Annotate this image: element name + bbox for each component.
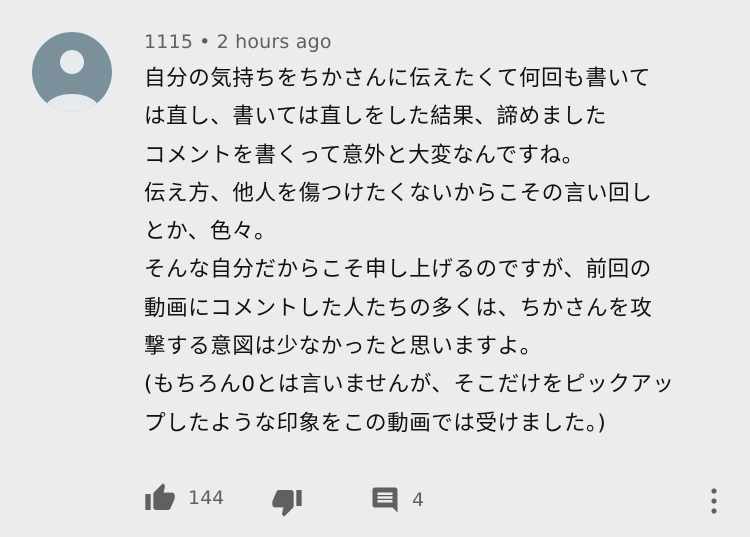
author-name[interactable]: 1115 bbox=[144, 31, 193, 53]
comment-actions: 144 4 bbox=[0, 478, 750, 524]
comment-line: 自分の気持ちをちかさんに伝えたくて何回も書いて bbox=[144, 66, 652, 91]
comment-line: (もちろん0とは言いませんが、そこだけをピックアッ bbox=[144, 372, 675, 398]
comment-timestamp[interactable]: 2 hours ago bbox=[217, 31, 332, 53]
comment-icon bbox=[372, 487, 398, 513]
comment-line: 伝え方、他人を傷つけたくないからこその言い回し bbox=[144, 180, 653, 206]
comment-line: は直し、書いては直しをした結果、諦めました bbox=[144, 104, 608, 130]
reply-count: 4 bbox=[412, 489, 425, 511]
comment-text: 自分の気持ちをちかさんに伝えたくて何回も書いて は直し、書いては直しをした結果、… bbox=[144, 60, 734, 443]
comment-line: とか、色々。 bbox=[144, 219, 277, 245]
avatar[interactable] bbox=[32, 32, 112, 112]
comment-line: 動画にコメントした人たちの多くは、ちかさんを攻 bbox=[144, 295, 653, 321]
like-count: 144 bbox=[188, 487, 225, 509]
comment-line: 撃する意図は少なかったと思いますよ。 bbox=[144, 334, 542, 360]
dislike-button[interactable] bbox=[271, 486, 303, 518]
comment-card: 1115 • 2 hours ago 自分の気持ちをちかさんに伝えたくて何回も書いて… bbox=[0, 0, 750, 537]
comment-header: 1115 • 2 hours ago bbox=[144, 31, 332, 53]
reply-button[interactable]: 4 bbox=[370, 485, 424, 515]
comment-line: プしたような印象をこの動画では受けました。) bbox=[144, 410, 607, 436]
more-options-button[interactable] bbox=[704, 486, 724, 516]
default-avatar-icon bbox=[44, 50, 100, 112]
thumbs-down-icon bbox=[272, 490, 302, 517]
separator-dot: • bbox=[199, 31, 211, 53]
more-vert-icon bbox=[711, 488, 717, 514]
comment-line: コメントを書くって意外と大変なんですね。 bbox=[144, 142, 584, 168]
thumbs-up-icon bbox=[145, 483, 175, 510]
comment-line: そんな自分だからこそ申し上げるのですが、前回の bbox=[144, 257, 652, 283]
like-button[interactable]: 144 bbox=[144, 482, 224, 514]
